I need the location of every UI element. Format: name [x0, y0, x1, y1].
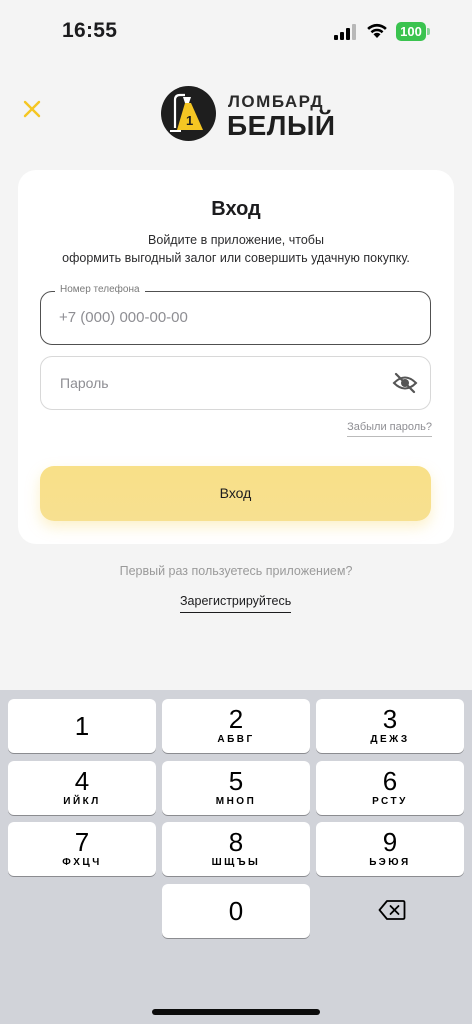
password-placeholder: Пароль: [60, 375, 109, 391]
key-9[interactable]: 9 ЬЭЮЯ: [316, 822, 464, 876]
delete-icon: [378, 900, 406, 920]
phone-label: Номер телефона: [55, 284, 145, 295]
key-letters: МНОП: [215, 796, 257, 807]
signal-icon: [334, 24, 356, 40]
login-card: Вход Войдите в приложение, чтобы оформит…: [18, 170, 454, 544]
key-0[interactable]: 0: [162, 884, 310, 938]
close-icon[interactable]: [20, 97, 44, 121]
key-digit: 8: [228, 827, 244, 857]
home-indicator[interactable]: [152, 1009, 320, 1015]
logo-title-top: ЛОМБАРД: [228, 92, 325, 111]
key-6[interactable]: 6 РСТУ: [316, 761, 464, 815]
password-input[interactable]: Пароль: [40, 356, 431, 410]
key-digit: 1: [74, 711, 90, 741]
key-digit: 3: [382, 704, 398, 734]
key-letters: ФХЦЧ: [62, 857, 102, 868]
key-digit: 2: [228, 704, 244, 734]
svg-text:1: 1: [186, 113, 193, 128]
logo-title-bottom: БЕЛЫЙ: [227, 110, 336, 141]
key-7[interactable]: 7 ФХЦЧ: [8, 822, 156, 876]
phone-input[interactable]: Номер телефона +7 (000) 000-00-00: [40, 284, 431, 345]
subtitle-line-1: Войдите в приложение, чтобы: [148, 233, 324, 247]
login-subtitle: Войдите в приложение, чтобы оформить выг…: [18, 231, 454, 267]
lamp-icon: 1: [170, 93, 203, 132]
key-letters: ИЙКЛ: [63, 796, 101, 807]
login-title: Вход: [211, 198, 261, 220]
key-1[interactable]: 1: [8, 699, 156, 753]
key-letters: ШЩЪЫ: [211, 857, 261, 868]
key-2[interactable]: 2 АБВГ: [162, 699, 310, 753]
login-button[interactable]: Вход: [40, 466, 431, 521]
key-letters: ЬЭЮЯ: [369, 857, 411, 868]
status-bar: 16:55 100: [0, 0, 472, 62]
key-digit: 7: [74, 827, 90, 857]
battery-tip: [427, 28, 430, 35]
battery-indicator: 100: [396, 22, 430, 41]
key-digit: 5: [228, 766, 244, 796]
battery-level: 100: [396, 22, 426, 41]
key-digit: 0: [228, 896, 244, 926]
key-letters: ДЕЖЗ: [370, 734, 410, 745]
key-5[interactable]: 5 МНОП: [162, 761, 310, 815]
key-digit: 6: [382, 766, 398, 796]
eye-off-icon[interactable]: [392, 371, 418, 395]
register-link[interactable]: Зарегистрируйтесь: [180, 594, 292, 613]
logo-emblem: 1: [161, 86, 216, 141]
wifi-icon: [367, 23, 387, 38]
first-time-text: Первый раз пользуетесь приложением?: [119, 564, 353, 578]
delete-key[interactable]: [316, 884, 464, 938]
status-time: 16:55: [62, 19, 118, 42]
key-letters: РСТУ: [372, 796, 408, 807]
key-8[interactable]: 8 ШЩЪЫ: [162, 822, 310, 876]
key-3[interactable]: 3 ДЕЖЗ: [316, 699, 464, 753]
forgot-password-link[interactable]: Забыли пароль?: [347, 421, 432, 437]
phone-placeholder: +7 (000) 000-00-00: [59, 309, 188, 326]
subtitle-line-2: оформить выгодный залог или совершить уд…: [62, 251, 410, 265]
logo: 1 ЛОМБАРД БЕЛЫЙ: [161, 86, 335, 142]
numeric-keypad: 1 2 АБВГ 3 ДЕЖЗ 4 ИЙКЛ 5 МНОП 6 РСТУ 7 Ф…: [0, 690, 472, 1024]
key-digit: 9: [382, 827, 398, 857]
key-digit: 4: [74, 766, 90, 796]
key-letters: АБВГ: [217, 734, 255, 745]
key-4[interactable]: 4 ИЙКЛ: [8, 761, 156, 815]
